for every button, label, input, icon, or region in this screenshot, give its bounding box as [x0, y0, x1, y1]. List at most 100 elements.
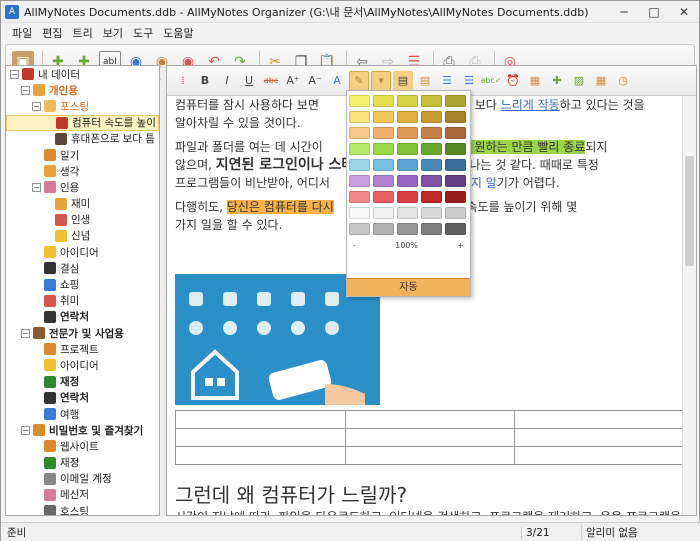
table-icon[interactable]: ▦ [591, 71, 611, 91]
maximize-button[interactable]: □ [639, 2, 669, 22]
tree-item[interactable]: 인생 [6, 212, 159, 228]
color-swatch[interactable] [349, 143, 370, 155]
color-swatch[interactable] [445, 95, 466, 107]
clock-icon[interactable]: ◷ [613, 71, 633, 91]
table-cell[interactable] [514, 410, 685, 429]
tree-toggle-icon[interactable] [32, 393, 41, 402]
tree-toggle-icon[interactable]: − [21, 85, 30, 95]
color-swatch[interactable] [373, 191, 394, 203]
tree-toggle-icon[interactable] [32, 458, 41, 467]
tree-item[interactable]: − 내 데이터 [6, 66, 159, 82]
calendar-icon[interactable]: ▦ [525, 71, 545, 91]
tree-item[interactable]: 신념 [6, 228, 159, 244]
tree-toggle-icon[interactable] [32, 151, 41, 160]
color-swatch[interactable] [397, 223, 418, 235]
color-swatch[interactable] [349, 111, 370, 123]
tree-toggle-icon[interactable] [32, 296, 41, 305]
italic-button[interactable]: I [217, 71, 237, 91]
tree-item[interactable]: 이메일 계정 [6, 471, 159, 487]
color-swatch[interactable] [397, 191, 418, 203]
menu-tools[interactable]: 도구 [128, 25, 158, 41]
color-swatch[interactable] [421, 159, 442, 171]
color-swatch[interactable] [397, 111, 418, 123]
note-table[interactable] [175, 410, 685, 465]
color-swatch[interactable] [445, 143, 466, 155]
tree-toggle-icon[interactable] [44, 118, 53, 127]
tree-item[interactable]: 웹사이트 [6, 438, 159, 454]
tree-toggle-icon[interactable]: − [32, 182, 41, 192]
menu-help[interactable]: 도움말 [158, 25, 198, 41]
tree-toggle-icon[interactable] [43, 231, 52, 240]
strikethrough-button[interactable]: abc [261, 71, 281, 91]
numbered-list-icon[interactable]: ☰ [459, 71, 479, 91]
table-cell[interactable] [344, 410, 516, 429]
tree-toggle-icon[interactable] [32, 248, 41, 257]
tree-toggle-icon[interactable] [43, 215, 52, 224]
tree-item[interactable]: 아이디어 [6, 357, 159, 373]
color-swatch[interactable] [349, 159, 370, 171]
tree-item[interactable]: 여행 [6, 406, 159, 422]
color-swatch[interactable] [373, 143, 394, 155]
tree-item[interactable]: 재미 [6, 196, 159, 212]
color-swatch[interactable] [421, 207, 442, 219]
tree-item[interactable]: − 인용 [6, 179, 159, 195]
color-swatch[interactable] [397, 95, 418, 107]
minimize-button[interactable]: ─ [609, 2, 639, 22]
color-swatch[interactable] [349, 223, 370, 235]
tree-toggle-icon[interactable] [43, 134, 52, 143]
font-color-button[interactable]: A [327, 71, 347, 91]
color-swatch[interactable] [445, 207, 466, 219]
color-swatch[interactable] [421, 95, 442, 107]
tree-item[interactable]: 아이디어 [6, 244, 159, 260]
tree-toggle-icon[interactable]: − [32, 101, 41, 111]
insert-image-icon[interactable]: ▨ [569, 71, 589, 91]
color-swatch[interactable] [445, 159, 466, 171]
color-swatch[interactable] [445, 191, 466, 203]
color-swatch[interactable] [421, 111, 442, 123]
tree-item[interactable]: 취미 [6, 293, 159, 309]
menu-view[interactable]: 보기 [98, 25, 128, 41]
tree-item[interactable]: 프로젝트 [6, 341, 159, 357]
note-tree[interactable]: − 내 데이터 − 개인용 − 포스팅 컴퓨터 속도를 높이 휴대폰으로 보다 틈 일기 생각 − 인… [5, 65, 160, 516]
font-shrink-button[interactable]: A⁻ [305, 71, 325, 91]
color-swatch[interactable] [397, 143, 418, 155]
color-swatch[interactable] [445, 223, 466, 235]
highlight-dropdown-icon[interactable]: ▾ [371, 70, 391, 91]
tree-item[interactable]: − 비밀번호 및 즐겨찾기 [6, 422, 159, 438]
table-cell[interactable] [514, 446, 685, 465]
close-button[interactable]: ✕ [669, 2, 699, 22]
tree-toggle-icon[interactable] [32, 377, 41, 386]
table-cell[interactable] [344, 446, 516, 465]
tree-toggle-icon[interactable] [32, 361, 41, 370]
bullet-list-icon[interactable]: ☰ [437, 71, 457, 91]
color-swatch[interactable] [421, 191, 442, 203]
tree-item[interactable]: − 전문가 및 사업용 [6, 325, 159, 341]
tree-item[interactable]: 컴퓨터 속도를 높이 [6, 114, 159, 131]
color-swatch[interactable] [421, 223, 442, 235]
color-swatch[interactable] [445, 175, 466, 187]
tree-toggle-icon[interactable] [32, 280, 41, 289]
tree-toggle-icon[interactable]: − [21, 328, 30, 338]
document-icon[interactable]: ▤ [415, 71, 435, 91]
color-swatch[interactable] [349, 95, 370, 107]
auto-color-button[interactable]: 자동 [347, 278, 470, 296]
table-cell[interactable] [344, 428, 516, 447]
color-swatch[interactable] [373, 159, 394, 171]
zoom-minus-button[interactable]: - [353, 240, 356, 252]
tree-toggle-icon[interactable] [32, 507, 41, 515]
tree-item[interactable]: 연락처 [6, 309, 159, 325]
zoom-plus-button[interactable]: + [457, 240, 464, 252]
tree-item[interactable]: 결심 [6, 260, 159, 276]
attachment-icon[interactable]: ✚ [547, 71, 567, 91]
tree-item[interactable]: 생각 [6, 163, 159, 179]
table-cell[interactable] [175, 446, 346, 465]
tree-toggle-icon[interactable] [43, 199, 52, 208]
tree-item[interactable]: 휴대폰으로 보다 틈 [6, 131, 159, 147]
color-swatch[interactable] [373, 111, 394, 123]
color-swatch[interactable] [373, 223, 394, 235]
table-cell[interactable] [175, 410, 346, 429]
color-swatch[interactable] [373, 207, 394, 219]
color-swatch[interactable] [349, 191, 370, 203]
color-swatch[interactable] [397, 159, 418, 171]
tree-item[interactable]: 재정 [6, 455, 159, 471]
